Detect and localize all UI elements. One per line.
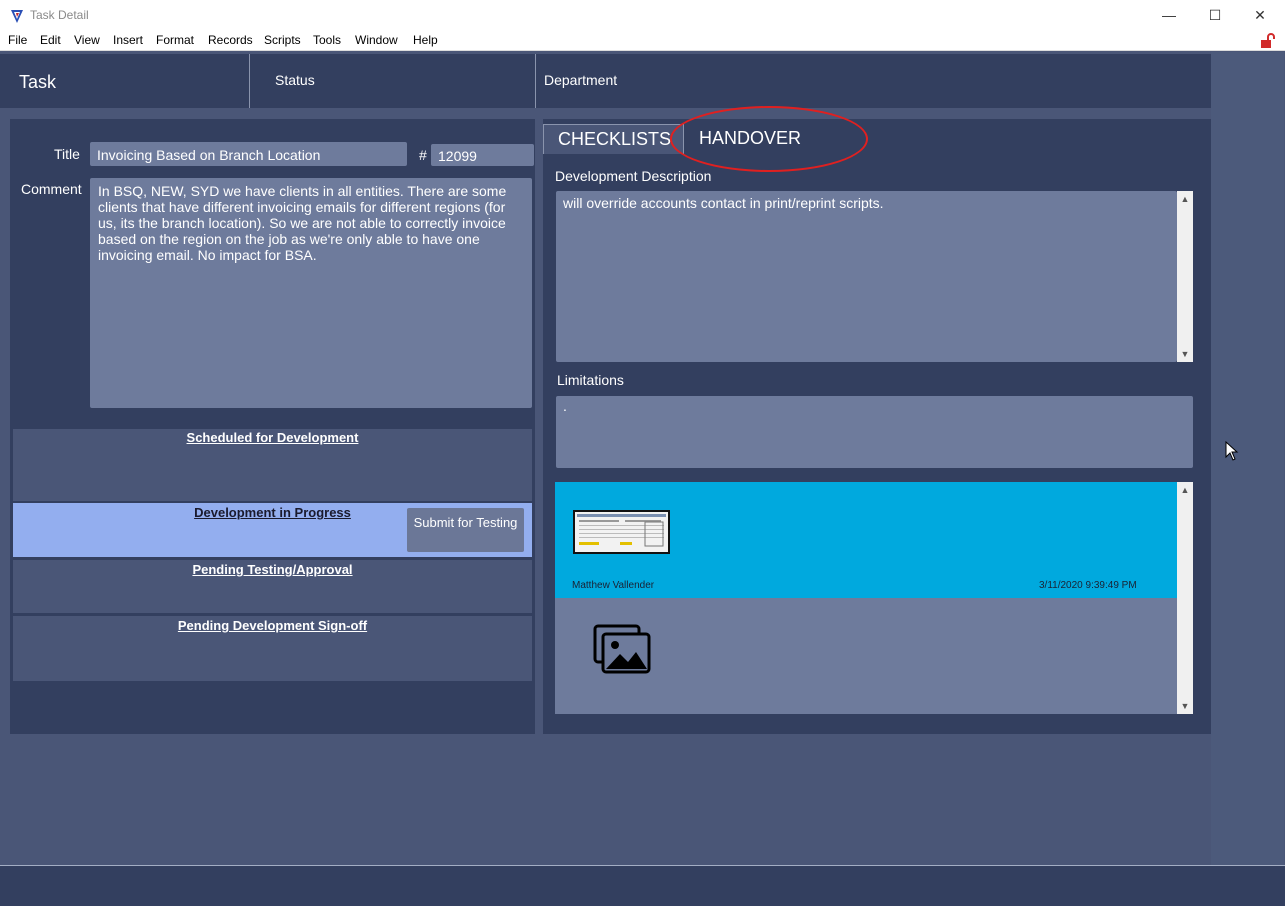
status-bar bbox=[0, 866, 1285, 906]
header-divider bbox=[535, 54, 536, 108]
comment-label: Comment bbox=[21, 181, 82, 197]
submit-for-testing-button[interactable]: Submit for Testing bbox=[407, 508, 524, 552]
right-margin bbox=[1211, 52, 1284, 865]
header-department: Department bbox=[544, 72, 618, 88]
attachment-date: 3/11/2020 9:39:49 PM bbox=[1039, 580, 1137, 591]
menu-format[interactable]: Format bbox=[156, 33, 194, 47]
menu-edit[interactable]: Edit bbox=[40, 33, 61, 47]
lock-icon[interactable] bbox=[1259, 33, 1275, 49]
menu-file[interactable]: File bbox=[8, 33, 27, 47]
menu-scripts[interactable]: Scripts bbox=[264, 33, 301, 47]
menu-view[interactable]: View bbox=[74, 33, 100, 47]
header-status: Status bbox=[275, 72, 315, 88]
status-label: Pending Testing/Approval bbox=[192, 562, 353, 577]
attachment-scrollbar[interactable]: ▲ ▼ bbox=[1177, 482, 1193, 714]
dev-desc-label: Development Description bbox=[555, 168, 712, 184]
status-label: Scheduled for Development bbox=[186, 430, 359, 445]
header-task: Task bbox=[19, 72, 57, 92]
status-row-scheduled[interactable]: Scheduled for Development bbox=[13, 429, 532, 501]
menu-window[interactable]: Window bbox=[355, 33, 398, 47]
app-icon bbox=[11, 10, 23, 23]
scroll-down-icon[interactable]: ▼ bbox=[1177, 698, 1193, 714]
window-title: Task Detail bbox=[30, 8, 89, 22]
tab-checklists[interactable]: CHECKLISTS bbox=[543, 124, 684, 154]
title-field[interactable]: Invoicing Based on Branch Location bbox=[90, 142, 407, 166]
number-label: # bbox=[419, 147, 427, 163]
close-button[interactable]: ✕ bbox=[1237, 0, 1283, 30]
dev-desc-field[interactable]: will override accounts contact in print/… bbox=[556, 191, 1177, 362]
title-bar: Task Detail — ☐ ✕ bbox=[0, 0, 1285, 30]
scroll-down-icon[interactable]: ▼ bbox=[1177, 346, 1193, 362]
status-row-signoff[interactable]: Pending Development Sign-off bbox=[13, 616, 532, 681]
limitations-field[interactable]: . bbox=[556, 396, 1193, 468]
minimize-button[interactable]: — bbox=[1146, 0, 1192, 30]
limitations-label: Limitations bbox=[557, 372, 624, 388]
mouse-cursor-icon bbox=[1225, 441, 1239, 461]
comment-field[interactable]: In BSQ, NEW, SYD we have clients in all … bbox=[90, 178, 532, 408]
status-label: Pending Development Sign-off bbox=[177, 618, 368, 633]
menu-insert[interactable]: Insert bbox=[113, 33, 143, 47]
scroll-up-icon[interactable]: ▲ bbox=[1177, 191, 1193, 207]
maximize-button[interactable]: ☐ bbox=[1192, 0, 1238, 30]
image-placeholder-icon[interactable] bbox=[593, 624, 651, 674]
attachment-thumbnail[interactable] bbox=[573, 510, 670, 554]
attachment-user: Matthew Vallender bbox=[572, 580, 655, 591]
status-row-testing[interactable]: Pending Testing/Approval bbox=[13, 560, 532, 613]
annotation-circle bbox=[670, 106, 868, 172]
menu-tools[interactable]: Tools bbox=[313, 33, 341, 47]
number-field[interactable]: 12099 bbox=[431, 144, 534, 166]
dev-desc-scrollbar[interactable]: ▲ ▼ bbox=[1177, 191, 1193, 362]
scroll-up-icon[interactable]: ▲ bbox=[1177, 482, 1193, 498]
title-label: Title bbox=[54, 146, 80, 162]
menu-help[interactable]: Help bbox=[413, 33, 438, 47]
menu-bar: File Edit View Insert Format Records Scr… bbox=[0, 30, 1285, 51]
header-divider bbox=[249, 54, 250, 108]
menu-records[interactable]: Records bbox=[208, 33, 253, 47]
